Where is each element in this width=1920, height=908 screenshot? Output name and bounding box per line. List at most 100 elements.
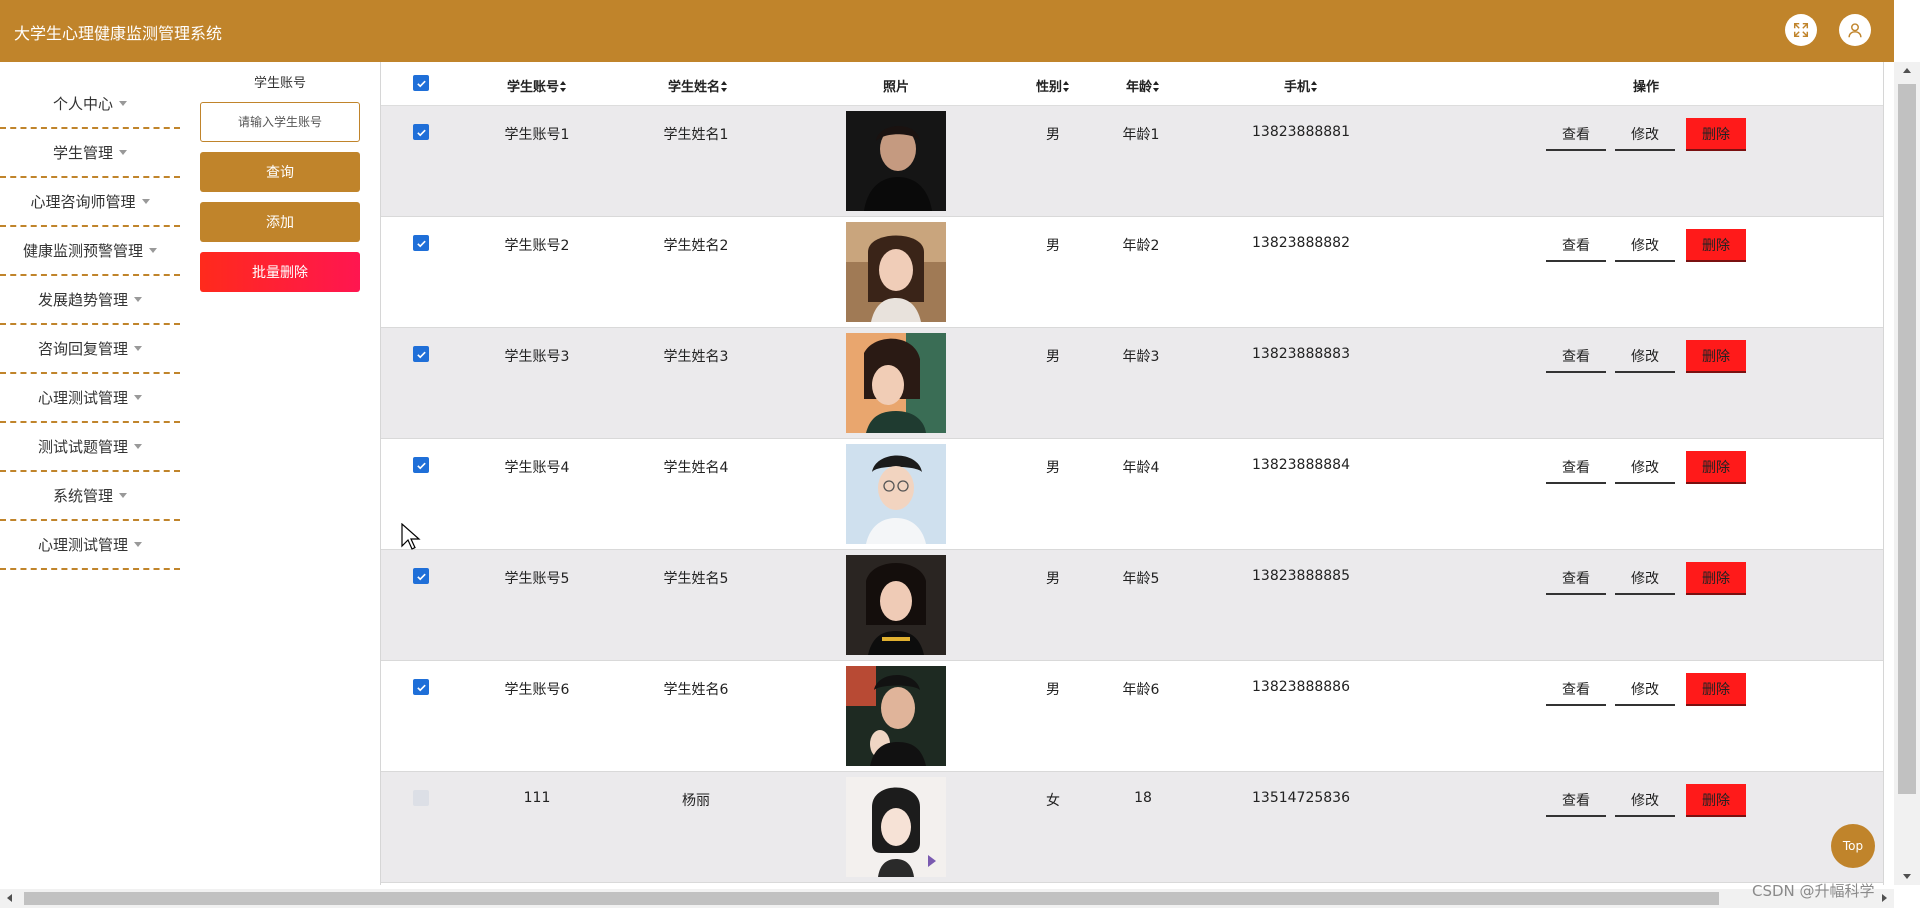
delete-button[interactable]: 删除 xyxy=(1686,451,1746,484)
add-button[interactable]: 添加 xyxy=(200,202,360,242)
edit-button[interactable]: 修改 xyxy=(1615,340,1675,373)
row-checkbox[interactable] xyxy=(413,568,429,584)
student-photo[interactable] xyxy=(846,222,946,322)
scroll-right-icon[interactable] xyxy=(1882,894,1887,902)
student-photo[interactable] xyxy=(846,555,946,655)
edit-button[interactable]: 修改 xyxy=(1615,451,1675,484)
view-button[interactable]: 查看 xyxy=(1546,673,1606,706)
header-name-label: 学生姓名 xyxy=(667,80,721,95)
delete-button[interactable]: 删除 xyxy=(1686,562,1746,595)
view-button[interactable]: 查看 xyxy=(1546,118,1606,151)
sidebar-item-label: 心理测试管理 xyxy=(37,536,128,554)
view-button[interactable]: 查看 xyxy=(1546,229,1606,262)
user-menu-button[interactable] xyxy=(1839,14,1871,46)
caret-down-icon xyxy=(119,493,127,498)
sidebar-item-student-management[interactable]: 学生管理 xyxy=(0,129,180,178)
scroll-up-icon[interactable] xyxy=(1903,68,1911,73)
edit-button[interactable]: 修改 xyxy=(1615,229,1675,262)
sidebar-item-label: 测试试题管理 xyxy=(37,438,128,456)
expand-icon xyxy=(1793,22,1809,38)
delete-button[interactable]: 删除 xyxy=(1686,229,1746,262)
student-photo[interactable] xyxy=(846,777,946,877)
table-row: 学生账号5 学生姓名5 男 年龄5 13823888885 查看 修改 删除 xyxy=(381,550,1883,661)
delete-button[interactable]: 删除 xyxy=(1686,340,1746,373)
sidebar-item-test-questions[interactable]: 测试试题管理 xyxy=(0,423,180,472)
cell-account: 学生账号6 xyxy=(504,682,570,698)
cell-gender: 男 xyxy=(1046,460,1060,476)
student-photo[interactable] xyxy=(846,333,946,433)
check-icon xyxy=(416,129,426,136)
sort-icon[interactable] xyxy=(1063,81,1070,92)
sidebar-item-psych-test[interactable]: 心理测试管理 xyxy=(0,374,180,423)
cell-gender: 男 xyxy=(1046,127,1060,143)
sidebar-item-trend-management[interactable]: 发展趋势管理 xyxy=(0,276,180,325)
sidebar-item-system[interactable]: 系统管理 xyxy=(0,472,180,521)
delete-button[interactable]: 删除 xyxy=(1686,673,1746,706)
row-checkbox[interactable] xyxy=(413,679,429,695)
sidebar-item-psych-test-2[interactable]: 心理测试管理 xyxy=(0,521,180,570)
delete-button[interactable]: 删除 xyxy=(1686,118,1746,151)
scroll-left-icon[interactable] xyxy=(7,894,12,902)
fullscreen-button[interactable] xyxy=(1785,14,1817,46)
cell-gender: 女 xyxy=(1046,793,1060,809)
sidebar-menu: 个人中心 学生管理 心理咨询师管理 健康监测预警管理 发展趋势管理 咨询回复管理… xyxy=(0,80,180,570)
horizontal-scrollbar[interactable] xyxy=(0,889,1894,908)
sidebar-item-counselor-management[interactable]: 心理咨询师管理 xyxy=(0,178,180,227)
user-icon xyxy=(1848,23,1862,38)
header-gender[interactable]: 性别 xyxy=(1036,76,1070,95)
select-all-checkbox[interactable] xyxy=(413,75,429,91)
row-checkbox[interactable] xyxy=(413,790,429,806)
sort-icon[interactable] xyxy=(560,81,567,92)
sort-icon[interactable] xyxy=(1153,81,1160,92)
edit-button[interactable]: 修改 xyxy=(1615,118,1675,151)
cell-phone: 13514725836 xyxy=(1252,790,1350,806)
sidebar-item-consult-reply[interactable]: 咨询回复管理 xyxy=(0,325,180,374)
cell-phone: 13823888882 xyxy=(1252,235,1350,251)
sidebar-item-label: 学生管理 xyxy=(52,144,113,162)
sidebar-item-personal-center[interactable]: 个人中心 xyxy=(0,80,180,129)
vertical-scrollbar[interactable] xyxy=(1894,62,1920,885)
back-to-top-button[interactable]: Top xyxy=(1831,824,1875,868)
check-icon xyxy=(416,240,426,247)
edit-button[interactable]: 修改 xyxy=(1615,562,1675,595)
header-account[interactable]: 学生账号 xyxy=(507,76,567,95)
check-icon xyxy=(416,351,426,358)
sidebar-item-label: 发展趋势管理 xyxy=(37,291,128,309)
row-checkbox[interactable] xyxy=(413,457,429,473)
horizontal-scroll-thumb[interactable] xyxy=(24,892,1719,905)
view-button[interactable]: 查看 xyxy=(1546,451,1606,484)
sidebar-item-label: 系统管理 xyxy=(52,487,113,505)
header-phone[interactable]: 手机 xyxy=(1284,76,1318,95)
caret-down-icon xyxy=(119,150,127,155)
student-account-input[interactable] xyxy=(200,102,360,142)
cell-name: 学生姓名6 xyxy=(663,682,729,698)
row-checkbox[interactable] xyxy=(413,124,429,140)
check-icon xyxy=(416,80,426,87)
header-name[interactable]: 学生姓名 xyxy=(668,76,728,95)
sort-icon[interactable] xyxy=(1311,81,1318,92)
view-button[interactable]: 查看 xyxy=(1546,562,1606,595)
batch-delete-button[interactable]: 批量删除 xyxy=(200,252,360,292)
query-button[interactable]: 查询 xyxy=(200,152,360,192)
student-photo[interactable] xyxy=(846,444,946,544)
cell-age: 年龄5 xyxy=(1122,571,1160,587)
sort-icon[interactable] xyxy=(721,81,728,92)
row-checkbox[interactable] xyxy=(413,346,429,362)
cell-account: 学生账号3 xyxy=(504,349,570,365)
cell-phone: 13823888884 xyxy=(1252,457,1350,473)
view-button[interactable]: 查看 xyxy=(1546,340,1606,373)
table-row: 学生账号6 学生姓名6 男 年龄6 13823888886 查看 修改 删除 xyxy=(381,661,1883,772)
view-button[interactable]: 查看 xyxy=(1546,784,1606,817)
watermark: CSDN @升幅科学 xyxy=(1752,882,1875,900)
header-age[interactable]: 年龄 xyxy=(1126,76,1160,95)
delete-button[interactable]: 删除 xyxy=(1686,784,1746,817)
row-checkbox[interactable] xyxy=(413,235,429,251)
scroll-down-icon[interactable] xyxy=(1903,874,1911,879)
sidebar-item-health-warning[interactable]: 健康监测预警管理 xyxy=(0,227,180,276)
edit-button[interactable]: 修改 xyxy=(1615,784,1675,817)
student-photo[interactable] xyxy=(846,111,946,211)
edit-button[interactable]: 修改 xyxy=(1615,673,1675,706)
student-photo[interactable] xyxy=(846,666,946,766)
vertical-scroll-thumb[interactable] xyxy=(1898,84,1916,794)
caret-down-icon xyxy=(134,444,142,449)
